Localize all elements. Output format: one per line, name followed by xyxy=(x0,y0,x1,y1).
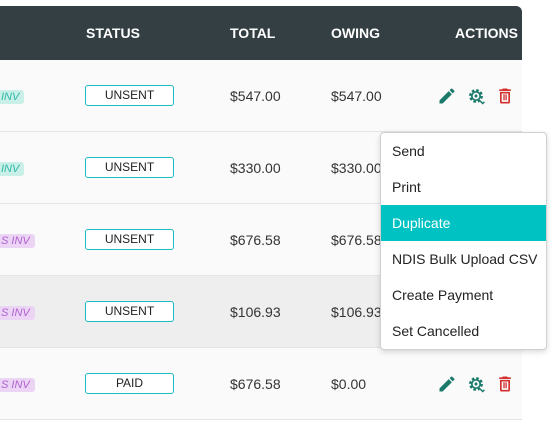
row-actions xyxy=(437,86,515,106)
pencil-icon[interactable] xyxy=(437,374,457,394)
total-cell: $676.58 xyxy=(230,376,281,392)
header-actions: ACTIONS xyxy=(455,25,518,41)
total-cell: $547.00 xyxy=(230,88,281,104)
invoice-type-tag: INV xyxy=(0,162,25,176)
status-badge: UNSENT xyxy=(85,229,174,250)
invoice-type-tag: S INV xyxy=(0,306,35,320)
header-total[interactable]: TOTAL xyxy=(230,25,275,41)
menu-item-set-cancelled[interactable]: Set Cancelled xyxy=(381,313,546,349)
menu-item-print[interactable]: Print xyxy=(381,169,546,205)
menu-item-duplicate[interactable]: Duplicate xyxy=(381,205,546,241)
status-badge: UNSENT xyxy=(85,157,174,178)
total-cell: $676.58 xyxy=(230,232,281,248)
row-actions xyxy=(437,374,515,394)
status-badge: PAID xyxy=(85,373,174,394)
header-owing[interactable]: OWING xyxy=(331,25,380,41)
header-status[interactable]: STATUS xyxy=(86,25,140,41)
pencil-icon[interactable] xyxy=(437,86,457,106)
actions-dropdown-menu: Send Print Duplicate NDIS Bulk Upload CS… xyxy=(380,132,547,350)
gear-icon[interactable] xyxy=(466,374,486,394)
table-row: INV UNSENT $547.00 $547.00 xyxy=(0,60,522,132)
table-row: S INV PAID $676.58 $0.00 xyxy=(0,348,522,420)
trash-icon[interactable] xyxy=(495,86,515,106)
status-badge: UNSENT xyxy=(85,85,174,106)
status-badge: UNSENT xyxy=(85,301,174,322)
owing-cell: $0.00 xyxy=(331,376,367,392)
menu-item-ndis-bulk-upload[interactable]: NDIS Bulk Upload CSV xyxy=(381,241,546,277)
menu-item-create-payment[interactable]: Create Payment xyxy=(381,277,546,313)
table-header: STATUS TOTAL OWING ACTIONS xyxy=(0,6,522,60)
menu-item-send[interactable]: Send xyxy=(381,133,546,169)
trash-icon[interactable] xyxy=(495,374,515,394)
owing-cell: $330.00 xyxy=(331,160,382,176)
owing-cell: $106.93 xyxy=(331,304,382,320)
gear-icon[interactable] xyxy=(466,86,486,106)
invoice-type-tag: INV xyxy=(0,90,25,104)
total-cell: $330.00 xyxy=(230,160,281,176)
invoice-type-tag: S INV xyxy=(0,378,35,392)
owing-cell: $676.58 xyxy=(331,232,382,248)
invoice-type-tag: S INV xyxy=(0,234,35,248)
total-cell: $106.93 xyxy=(230,304,281,320)
owing-cell: $547.00 xyxy=(331,88,382,104)
